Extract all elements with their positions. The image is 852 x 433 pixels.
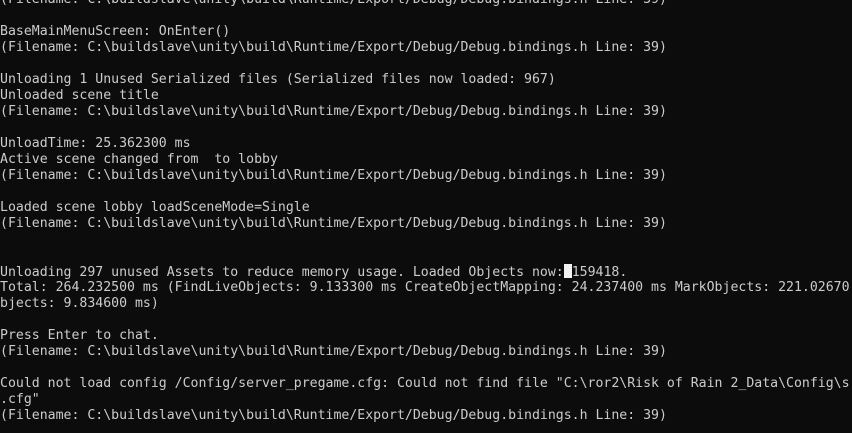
console-line: (Filename: C:\buildslave\unity\build\Run… (0, 168, 667, 183)
console-line: Could not load config /Config/server_pre… (0, 376, 850, 391)
console-line: Unloading 1 Unused Serialized files (Ser… (0, 72, 556, 87)
console-line: UnloadTime: 25.362300 ms (0, 136, 191, 151)
text-cursor (563, 264, 572, 278)
console-window[interactable]: (Filename: C:\buildslave\unity\build\Run… (0, 0, 852, 433)
console-line-with-cursor: Unloading 297 unused Assets to reduce me… (0, 264, 850, 280)
console-output: (Filename: C:\buildslave\unity\build\Run… (0, 0, 850, 424)
console-line: BaseMainMenuScreen: OnEnter() (0, 24, 231, 39)
console-line: Unloaded scene title (0, 88, 159, 103)
console-line: Active scene changed from to lobby (0, 152, 278, 167)
console-line: (Filename: C:\buildslave\unity\build\Run… (0, 408, 667, 423)
console-line: Press Enter to chat. (0, 328, 159, 343)
cursor-line-before: Unloading 297 unused Assets to reduce me… (0, 265, 564, 280)
console-line: Total: 264.232500 ms (FindLiveObjects: 9… (0, 280, 850, 295)
console-line: (Filename: C:\buildslave\unity\build\Run… (0, 216, 667, 231)
console-line: (Filename: C:\buildslave\unity\build\Run… (0, 0, 850, 8)
cursor-line-after: 159418. (571, 265, 628, 280)
console-line: bjects: 9.834600 ms) (0, 296, 159, 311)
console-line: (Filename: C:\buildslave\unity\build\Run… (0, 344, 667, 359)
console-line: (Filename: C:\buildslave\unity\build\Run… (0, 104, 667, 119)
console-line: (Filename: C:\buildslave\unity\build\Run… (0, 40, 667, 55)
console-line: .cfg" (0, 392, 40, 407)
console-line: Loaded scene lobby loadSceneMode=Single (0, 200, 310, 215)
